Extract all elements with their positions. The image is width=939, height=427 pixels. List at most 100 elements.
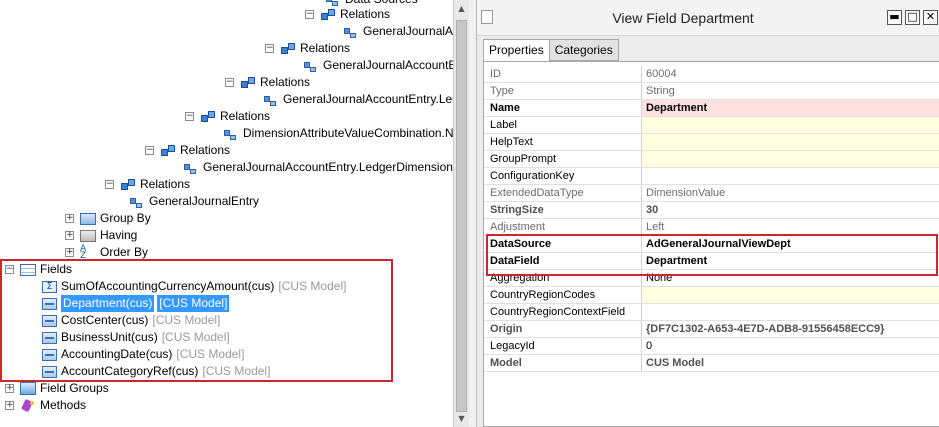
relation-link-icon — [343, 25, 359, 39]
property-row-label[interactable]: Label — [484, 117, 939, 134]
field-icon — [42, 365, 57, 378]
pane-splitter[interactable] — [469, 0, 476, 427]
property-value[interactable]: AdGeneralJournalViewDept — [642, 236, 939, 252]
scrollbar-thumb[interactable] — [456, 20, 467, 412]
maximize-button[interactable]: □ — [905, 10, 920, 25]
tree-node-relation-item[interactable]: DimensionAttributeValueCombination.N — [223, 125, 453, 142]
property-row-origin[interactable]: Origin {DF7C1302-A653-4E7D-ADB8-91556458E… — [484, 321, 939, 338]
tree-node-label: Field Groups — [40, 381, 109, 395]
tree-node-having[interactable]: + Having — [65, 227, 137, 244]
tree-node-relations[interactable]: − Relations — [225, 74, 310, 91]
tree-node-order-by[interactable]: + A Z Order By — [65, 244, 148, 261]
property-grid: ID 60004 Type String Name Department Label Help… — [483, 61, 939, 427]
property-row-type[interactable]: Type String — [484, 83, 939, 100]
property-row-datafield[interactable]: DataField Department — [484, 253, 939, 270]
window-titlebar[interactable]: View Field Department ▬ □ ✕ — [477, 0, 939, 36]
tree-node-relations[interactable]: − Relations — [265, 40, 350, 57]
property-value[interactable]: {DF7C1302-A653-4E7D-ADB8-91556458ECC9} — [642, 321, 939, 337]
tree-node-relations[interactable]: − Relations — [305, 6, 390, 23]
collapse-icon[interactable]: − — [105, 180, 114, 189]
tree-node-relations[interactable]: − Relations — [105, 176, 190, 193]
tree-node-label: Methods — [40, 398, 87, 412]
property-value[interactable] — [642, 287, 939, 303]
property-value[interactable]: 30 — [642, 202, 939, 218]
property-value[interactable]: CUS Model — [642, 355, 939, 371]
property-value[interactable]: Department — [642, 253, 939, 269]
tree-node-relation-item[interactable]: GeneralJournalAc — [343, 23, 453, 40]
expand-icon[interactable]: + — [5, 401, 14, 410]
field-icon — [42, 331, 57, 344]
property-row-extendeddatatype[interactable]: ExtendedDataType DimensionValue — [484, 185, 939, 202]
tree-node-field[interactable]: Σ SumOfAccountingCurrencyAmount(cus) [CU… — [42, 278, 346, 295]
tab-categories[interactable]: Categories — [548, 39, 619, 61]
tree-node-relations[interactable]: − Relations — [145, 142, 230, 159]
property-value[interactable]: 60004 — [642, 66, 939, 82]
property-name: DataSource — [484, 236, 642, 252]
tree-node-relation-item[interactable]: GeneralJournalAccountEntry.LedgerDimensi… — [183, 159, 453, 176]
tree-node-field-groups[interactable]: + Field Groups — [5, 380, 109, 397]
property-name: Origin — [484, 321, 642, 337]
property-row-datasource[interactable]: DataSource AdGeneralJournalViewDept — [484, 236, 939, 253]
property-value[interactable] — [642, 134, 939, 150]
property-row-countryregioncodes[interactable]: CountryRegionCodes — [484, 287, 939, 304]
tree-node-field[interactable]: CostCenter(cus) [CUS Model] — [42, 312, 220, 329]
tab-properties[interactable]: Properties — [483, 39, 550, 62]
tree-vertical-scrollbar[interactable]: ▲ ▼ — [453, 0, 469, 427]
property-value[interactable]: Department — [642, 100, 939, 116]
group-by-icon — [80, 212, 96, 225]
tree-node-relation-item[interactable]: GeneralJournalAccountE — [303, 57, 453, 74]
relation-link-icon — [129, 195, 145, 209]
property-row-groupprompt[interactable]: GroupPrompt — [484, 151, 939, 168]
property-value[interactable]: DimensionValue — [642, 185, 939, 201]
property-row-name[interactable]: Name Department — [484, 100, 939, 117]
scroll-down-icon[interactable]: ▼ — [456, 413, 467, 425]
collapse-icon[interactable]: − — [265, 44, 274, 53]
property-row-model[interactable]: Model CUS Model — [484, 355, 939, 372]
expand-icon[interactable]: + — [5, 384, 14, 393]
expand-icon[interactable]: + — [65, 248, 74, 257]
property-name: Type — [484, 83, 642, 99]
collapse-icon[interactable]: − — [305, 10, 314, 19]
property-value[interactable]: String — [642, 83, 939, 99]
collapse-icon[interactable]: − — [185, 112, 194, 121]
scroll-up-icon[interactable]: ▲ — [456, 3, 467, 15]
relations-icon — [240, 76, 256, 90]
property-value[interactable] — [642, 117, 939, 133]
close-button[interactable]: ✕ — [923, 10, 938, 25]
tree-node-group-by[interactable]: + Group By — [65, 210, 151, 227]
property-value[interactable]: None — [642, 270, 939, 286]
tree-node-field[interactable]: BusinessUnit(cus) [CUS Model] — [42, 329, 230, 346]
property-value[interactable] — [642, 168, 939, 184]
field-groups-icon — [20, 382, 36, 395]
property-value[interactable]: 0 — [642, 338, 939, 354]
tree-node-relation-item[interactable]: GeneralJournalEntry — [129, 193, 259, 210]
tree-node-relation-item[interactable]: GeneralJournalAccountEntry.Led — [263, 91, 453, 108]
property-row-legacyid[interactable]: LegacyId 0 — [484, 338, 939, 355]
property-row-aggregation[interactable]: Aggregation None — [484, 270, 939, 287]
tree-node-label: GeneralJournalAccountEntry.Led — [283, 92, 453, 106]
tree-node-field[interactable]: AccountCategoryRef(cus) [CUS Model] — [42, 363, 270, 380]
minimize-button[interactable]: ▬ — [887, 10, 902, 25]
expand-icon[interactable]: + — [65, 231, 74, 240]
collapse-icon[interactable]: − — [5, 265, 14, 274]
tree-node-field-selected[interactable]: Department(cus) [CUS Model] — [42, 295, 230, 312]
property-row-adjustment[interactable]: Adjustment Left — [484, 219, 939, 236]
property-row-helptext[interactable]: HelpText — [484, 134, 939, 151]
expand-icon[interactable]: + — [65, 214, 74, 223]
tree-node-label: Relations — [260, 75, 311, 89]
property-row-stringsize[interactable]: StringSize 30 — [484, 202, 939, 219]
tree-node-methods[interactable]: + Methods — [5, 397, 86, 414]
property-row-countryregioncontextfield[interactable]: CountryRegionContextField — [484, 304, 939, 321]
property-row-configurationkey[interactable]: ConfigurationKey — [484, 168, 939, 185]
tree-node-relations[interactable]: − Relations — [185, 108, 270, 125]
property-name: CountryRegionCodes — [484, 287, 642, 303]
property-value[interactable] — [642, 304, 939, 320]
collapse-icon[interactable]: − — [145, 146, 154, 155]
collapse-icon[interactable]: − — [225, 78, 234, 87]
tree-node-fields[interactable]: − Fields — [5, 261, 72, 278]
property-value[interactable]: Left — [642, 219, 939, 235]
property-row-id[interactable]: ID 60004 — [484, 66, 939, 83]
tree-node-field[interactable]: AccountingDate(cus) [CUS Model] — [42, 346, 244, 363]
property-value[interactable] — [642, 151, 939, 167]
relation-link-icon — [183, 161, 199, 175]
